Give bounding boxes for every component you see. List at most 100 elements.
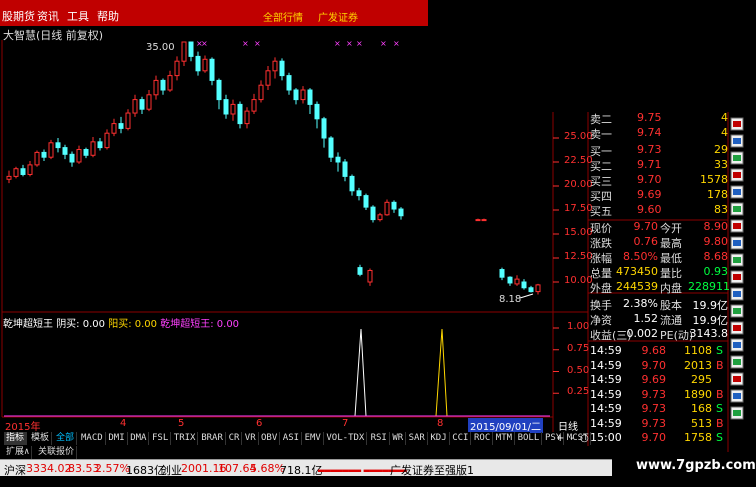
candle-body [521, 281, 527, 289]
bid-label: 买四 [590, 190, 612, 203]
candle-body [363, 195, 369, 208]
indicator-tab[interactable]: VR [243, 432, 259, 445]
candle-body [499, 269, 505, 278]
indicator-tab[interactable]: ROC [472, 432, 494, 445]
bid-label: 买二 [590, 160, 612, 173]
candle-body [174, 60, 180, 77]
candle-body [251, 99, 257, 112]
indicator-tab[interactable]: KDJ [428, 432, 450, 445]
indicator-tab[interactable]: DMI [106, 432, 128, 445]
candle-body [160, 79, 166, 91]
candle-body [244, 110, 250, 125]
indicator-tab[interactable]: MTM [494, 432, 516, 445]
right-scroll-icons[interactable] [730, 117, 744, 420]
bid-label: 买一 [590, 145, 612, 158]
price-tick-label: 12.50 [564, 251, 593, 262]
date-label: 2015年 [5, 422, 41, 433]
indicator-tab[interactable]: OBV [259, 432, 281, 445]
candle-body [237, 103, 243, 125]
candle-body [265, 70, 271, 86]
tick-price: 9.70 [641, 358, 667, 372]
tick-time: 14:59 [590, 416, 622, 430]
candle-body [321, 118, 327, 139]
watermark-text: www.7gpzb.com [636, 458, 756, 473]
ask-volume: 4 [721, 126, 728, 139]
indicator-tick-label: 0.75 [567, 342, 590, 354]
price-tick-label: 17.50 [564, 203, 593, 214]
tick-direction: S [716, 344, 723, 357]
quote-label: 最高 [660, 237, 682, 250]
signal-marker: × [356, 39, 363, 48]
related-quote-tab[interactable]: 关联报价 [36, 446, 78, 459]
indicator-tab[interactable]: ASI [281, 432, 303, 445]
broker-name: 广发证券至强版1 [390, 464, 474, 477]
indicator-tab[interactable]: WR [390, 432, 407, 445]
date-label: 5 [178, 418, 185, 429]
indicator-tick-label: 0.25 [567, 386, 590, 398]
indicator-tab[interactable]: 全部 [54, 432, 78, 445]
period-control-button[interactable]: - [570, 433, 574, 444]
indicator-name-2: 乾坤超短王: [160, 319, 214, 330]
side-icon-glyph [733, 240, 741, 246]
yang-value: 0.00 [134, 319, 158, 330]
tick-volume: 1108 [684, 344, 712, 357]
period-control-button[interactable]: ○ [580, 433, 589, 444]
expand-tab[interactable]: 扩展∧ [4, 446, 33, 459]
side-icon-glyph [733, 376, 741, 382]
yin-value: 0.00 [82, 319, 106, 330]
indicator-tab[interactable]: EMV [303, 432, 324, 445]
indicator-tab[interactable]: MACD [79, 432, 106, 445]
tick-price: 9.70 [641, 431, 667, 444]
indicator-tab[interactable]: BRAR [199, 432, 226, 445]
bid-volume: 29 [714, 143, 728, 156]
sh-pct: 2.57% [95, 462, 130, 475]
min-price-arrow [519, 293, 534, 299]
candle-body [62, 147, 68, 155]
indicator-tab[interactable]: RSI [369, 432, 390, 445]
min-price-label: 8.18 [499, 294, 522, 305]
tick-direction: B [716, 358, 724, 372]
indicator-tab[interactable]: CR [227, 432, 243, 445]
candle-body [97, 141, 103, 149]
sub-tabs: 扩展∧ 关联报价 [0, 446, 612, 459]
ask-volume: 4 [721, 111, 728, 124]
indicator-tab[interactable]: TRIX [172, 432, 199, 445]
candle-body [20, 168, 26, 175]
candle-body [202, 58, 208, 72]
indicator-tab[interactable]: SAR [407, 432, 428, 445]
tick-price: 9.73 [641, 416, 667, 430]
tick-volume: 1890 [684, 387, 712, 401]
candle-body [514, 278, 520, 285]
candle-body [111, 123, 117, 134]
period-control-button[interactable]: + [556, 433, 564, 444]
candle-body [188, 41, 194, 57]
date-label: 8 [437, 418, 444, 429]
quote-label: 总量 [590, 267, 612, 280]
indicator-tab[interactable]: VOL-TDX [324, 432, 368, 445]
quote-value: 1.52 [633, 312, 659, 325]
ask-label: 卖一 [590, 128, 612, 141]
quote-value: 8.68 [703, 250, 729, 263]
candle-body [391, 201, 397, 210]
yang-label: 阳买: [108, 319, 132, 330]
price-tick-label: 10.00 [564, 275, 593, 286]
candle-body [153, 79, 159, 96]
indicator-tab[interactable]: 指标 [4, 432, 28, 445]
period-label[interactable]: 日线 [558, 418, 578, 433]
quote-value: 244539 [616, 280, 658, 293]
max-price-label: 35.00 [146, 42, 175, 53]
indicator-tab[interactable]: BOLL [516, 432, 543, 445]
candle-body [76, 149, 82, 163]
tick-price: 9.73 [641, 402, 667, 415]
candle-body [90, 141, 96, 156]
indicator-tab[interactable]: DMA [128, 432, 150, 445]
indicator-tab[interactable]: 模板 [29, 432, 53, 445]
quote-value: 8.50% [623, 250, 658, 263]
indicator-tab[interactable]: FSL [150, 432, 172, 445]
indicator-tab[interactable]: CCI [450, 432, 472, 445]
indicator-name[interactable]: 乾坤超短王 [3, 319, 53, 330]
tick-price: 9.69 [641, 373, 667, 386]
tick-volume: 295 [691, 373, 712, 386]
quote-label: 换手 [590, 299, 612, 312]
candle-body [328, 137, 334, 158]
